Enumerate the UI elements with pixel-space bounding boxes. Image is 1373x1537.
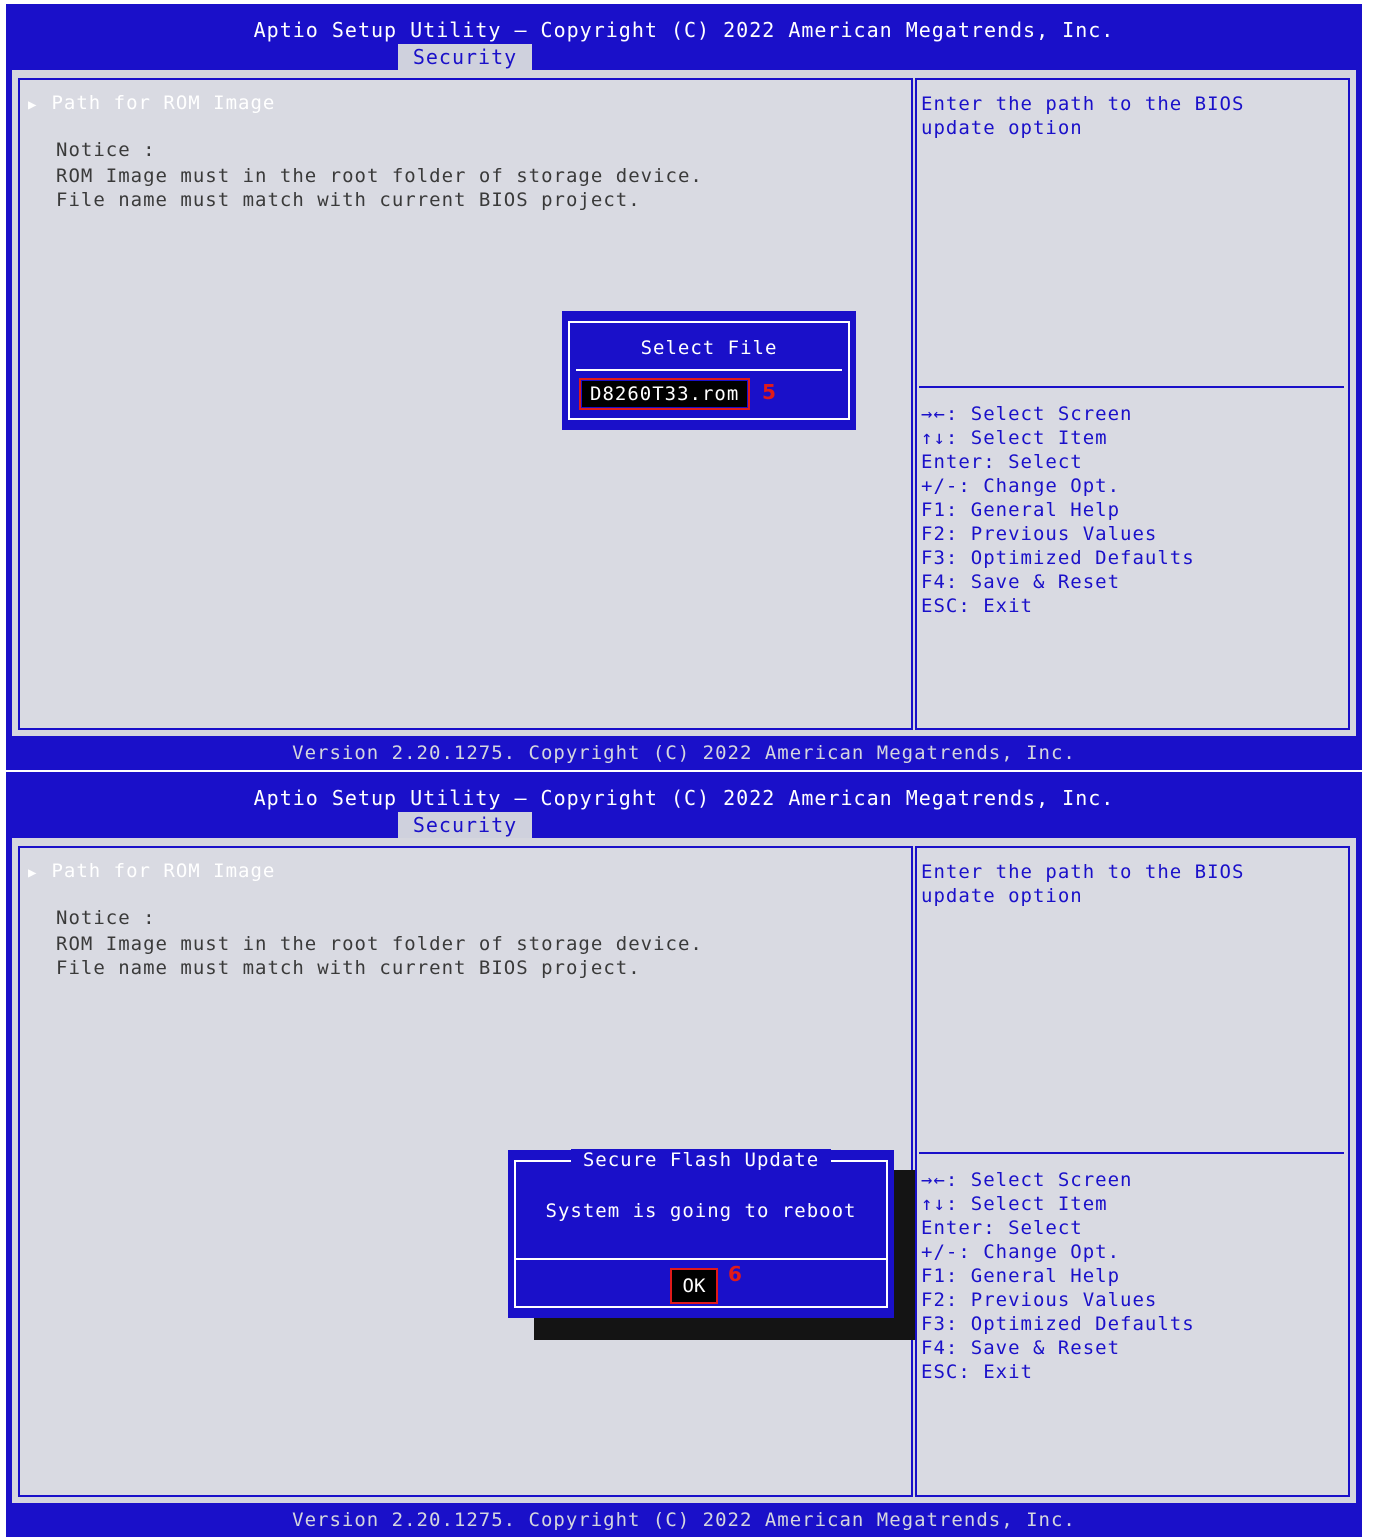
menu-item-label: Path for ROM Image (51, 92, 276, 114)
key-select-screen: →←: Select Screen (921, 403, 1133, 425)
menu-item-path-for-rom-image[interactable]: ▶ Path for ROM Image (28, 92, 275, 114)
key-f4: F4: Save & Reset (921, 571, 1121, 593)
key-legend: →←: Select Screen ↑↓: Select Item Enter:… (921, 1168, 1195, 1384)
key-f3: F3: Optimized Defaults (921, 547, 1195, 569)
file-option[interactable]: D8260T33.rom (578, 378, 751, 410)
tab-security[interactable]: Security (398, 812, 532, 838)
footer-version: Version 2.20.1275. Copyright (C) 2022 Am… (292, 1509, 1076, 1531)
bios-screen-secure-flash: Aptio Setup Utility – Copyright (C) 2022… (6, 772, 1362, 1537)
key-enter: Enter: Select (921, 1217, 1083, 1239)
key-esc: ESC: Exit (921, 595, 1033, 617)
notice-title: Notice : (56, 139, 156, 161)
dialog-title: Secure Flash Update (516, 1149, 886, 1171)
dialog-frame: Select File D8260T33.rom (568, 321, 850, 420)
title-text: Aptio Setup Utility – Copyright (C) 2022… (253, 786, 1115, 810)
title-bar: Aptio Setup Utility – Copyright (C) 2022… (6, 4, 1362, 70)
key-select-item: ↑↓: Select Item (921, 1193, 1108, 1215)
dialog-divider (576, 369, 842, 371)
notice-line-1: ROM Image must in the root folder of sto… (56, 165, 703, 187)
title-bar: Aptio Setup Utility – Copyright (C) 2022… (6, 772, 1362, 838)
key-enter: Enter: Select (921, 451, 1083, 473)
help-divider (919, 1152, 1344, 1154)
title-text: Aptio Setup Utility – Copyright (C) 2022… (253, 18, 1115, 42)
body-area: ▶ Path for ROM Image Notice : ROM Image m… (12, 70, 1356, 736)
dialog-frame: Secure Flash Update System is going to r… (514, 1149, 888, 1308)
menu-item-label: Path for ROM Image (51, 860, 276, 882)
dialog-title: Select File (640, 337, 778, 359)
triangle-right-icon: ▶ (28, 97, 38, 113)
left-panel: ▶ Path for ROM Image Notice : ROM Image m… (18, 846, 920, 1497)
key-select-item: ↑↓: Select Item (921, 427, 1108, 449)
key-change-opt: +/-: Change Opt. (921, 1241, 1121, 1263)
key-f2: F2: Previous Values (921, 1289, 1158, 1311)
key-f1: F1: General Help (921, 1265, 1121, 1287)
help-text: Enter the path to the BIOS update option (921, 861, 1245, 907)
notice-line-1: ROM Image must in the root folder of sto… (56, 933, 703, 955)
bios-screen-select-file: Aptio Setup Utility – Copyright (C) 2022… (6, 4, 1362, 770)
help-divider (919, 386, 1344, 388)
right-panel: Enter the path to the BIOS update option… (915, 78, 1350, 730)
step-marker: 6 (728, 1262, 742, 1286)
key-f2: F2: Previous Values (921, 523, 1158, 545)
footer-version: Version 2.20.1275. Copyright (C) 2022 Am… (292, 742, 1076, 764)
notice-line-2: File name must match with current BIOS p… (56, 189, 641, 211)
key-f4: F4: Save & Reset (921, 1337, 1121, 1359)
key-change-opt: +/-: Change Opt. (921, 475, 1121, 497)
ok-button[interactable]: OK (672, 1270, 716, 1302)
key-f3: F3: Optimized Defaults (921, 1313, 1195, 1335)
menu-item-path-for-rom-image[interactable]: ▶ Path for ROM Image (28, 860, 275, 882)
step-marker: 5 (762, 380, 776, 404)
notice-title: Notice : (56, 907, 156, 929)
left-panel: ▶ Path for ROM Image Notice : ROM Image m… (18, 78, 913, 730)
dialog-divider (516, 1258, 886, 1260)
dialog-message: System is going to reboot (545, 1200, 857, 1222)
triangle-right-icon: ▶ (28, 865, 38, 881)
key-esc: ESC: Exit (921, 1361, 1033, 1383)
right-panel: Enter the path to the BIOS update option… (915, 846, 1350, 1497)
key-f1: F1: General Help (921, 499, 1121, 521)
notice-line-2: File name must match with current BIOS p… (56, 957, 641, 979)
key-legend: →←: Select Screen ↑↓: Select Item Enter:… (921, 402, 1195, 618)
key-select-screen: →←: Select Screen (921, 1169, 1133, 1191)
secure-flash-update-dialog: Secure Flash Update System is going to r… (508, 1149, 894, 1318)
select-file-dialog: Select File D8260T33.rom (562, 311, 856, 430)
tab-security[interactable]: Security (398, 44, 532, 70)
body-area: ▶ Path for ROM Image Notice : ROM Image m… (12, 838, 1356, 1503)
help-text: Enter the path to the BIOS update option (921, 93, 1245, 139)
